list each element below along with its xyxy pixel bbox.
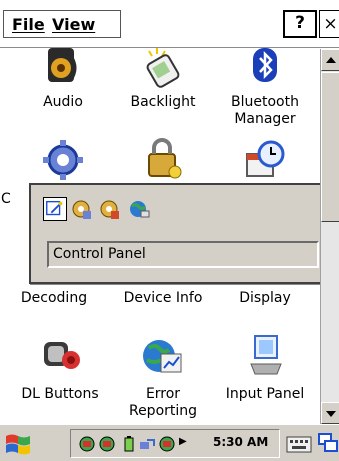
control-panel-icon[interactable] (43, 197, 67, 221)
vertical-scrollbar[interactable] (320, 49, 339, 424)
dl-buttons-icon (44, 342, 80, 369)
settings-alt-icon[interactable] (97, 197, 121, 221)
window-switch-icon[interactable] (318, 432, 338, 454)
item-label: DL Buttons (21, 386, 99, 402)
item-label: Device Info (123, 290, 203, 306)
internet-icon[interactable] (127, 197, 151, 221)
item-label: Input Panel (225, 386, 305, 402)
item-dl-buttons[interactable]: DL Buttons (10, 334, 110, 403)
address-field[interactable]: Control Panel (47, 241, 319, 268)
menu-file[interactable]: File (12, 15, 45, 34)
taskbar: ▶ 5:30 AM (0, 424, 339, 461)
item-error-reporting[interactable]: Error Reporting (113, 334, 213, 420)
help-button[interactable]: ? (283, 10, 317, 38)
system-tray: ▶ 5:30 AM (70, 429, 280, 458)
close-button[interactable]: × (319, 10, 339, 38)
item-display[interactable]: Display (215, 290, 315, 307)
item-label: Display (239, 290, 291, 306)
item-input-panel[interactable]: Input Panel (215, 334, 315, 403)
item-date-time[interactable] (215, 138, 315, 188)
menu-bar: File View ? × (0, 0, 339, 48)
scroll-down-arrow[interactable] (321, 402, 339, 424)
connection-icon[interactable] (139, 436, 155, 452)
item-label: Bluetooth (231, 94, 299, 110)
input-panel-icon (250, 335, 282, 375)
item-backlight[interactable]: Backlight (113, 46, 213, 111)
item-label: Audio (43, 94, 83, 110)
menu-group: File View (3, 10, 121, 38)
keyboard-icon[interactable] (286, 432, 312, 454)
item-label-line2: Manager (234, 111, 296, 127)
item-bluetooth-manager[interactable]: Bluetooth Manager (215, 46, 315, 128)
item-audio[interactable]: Audio (13, 46, 113, 111)
security-icon (148, 138, 182, 179)
item-label: C (1, 191, 11, 207)
item-security[interactable] (113, 138, 213, 188)
item-device-info[interactable]: Device Info (113, 290, 213, 307)
tray-arrow[interactable]: ▶ (179, 436, 187, 447)
windows-flag-icon[interactable] (4, 432, 32, 456)
audio-icon (48, 48, 77, 82)
battery-icon[interactable] (121, 436, 137, 452)
item-label: Decoding (20, 290, 88, 306)
item-label-line2: Reporting (128, 403, 198, 419)
clock[interactable]: 5:30 AM (213, 435, 268, 449)
scroll-thumb[interactable] (321, 72, 339, 222)
globe-icon[interactable] (159, 436, 175, 452)
item-decoding[interactable]: Decoding (4, 290, 104, 307)
control-panel-popup: Control Panel (29, 183, 330, 284)
date-time-icon (246, 140, 285, 177)
error-reporting-icon (143, 340, 182, 373)
settings-icon[interactable] (69, 197, 93, 221)
network-alt-icon[interactable] (99, 436, 115, 452)
scroll-up-arrow[interactable] (321, 49, 339, 71)
menu-view[interactable]: View (52, 15, 95, 34)
network-icon[interactable] (79, 436, 95, 452)
item-label: Error (145, 386, 181, 402)
item-certificates[interactable]: C (1, 138, 113, 207)
certificates-icon (43, 140, 83, 180)
bluetooth-icon (253, 48, 277, 82)
item-label: Backlight (130, 94, 196, 110)
backlight-icon (146, 48, 180, 88)
